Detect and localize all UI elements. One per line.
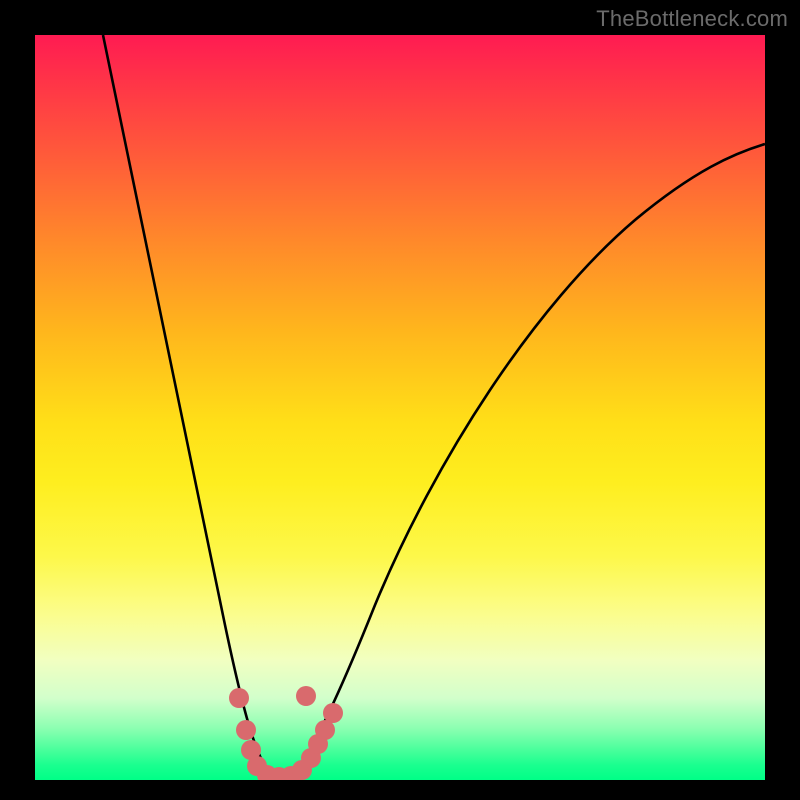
attribution-text: TheBottleneck.com — [596, 6, 788, 32]
marker-group — [229, 686, 343, 780]
curves-group — [103, 35, 765, 778]
left-branch-curve — [103, 35, 273, 778]
chart-frame: TheBottleneck.com — [0, 0, 800, 800]
marker-dot — [315, 720, 335, 740]
marker-dot — [236, 720, 256, 740]
marker-dot — [229, 688, 249, 708]
marker-dot — [323, 703, 343, 723]
right-branch-curve — [291, 144, 765, 778]
chart-svg — [35, 35, 765, 780]
marker-dot — [296, 686, 316, 706]
